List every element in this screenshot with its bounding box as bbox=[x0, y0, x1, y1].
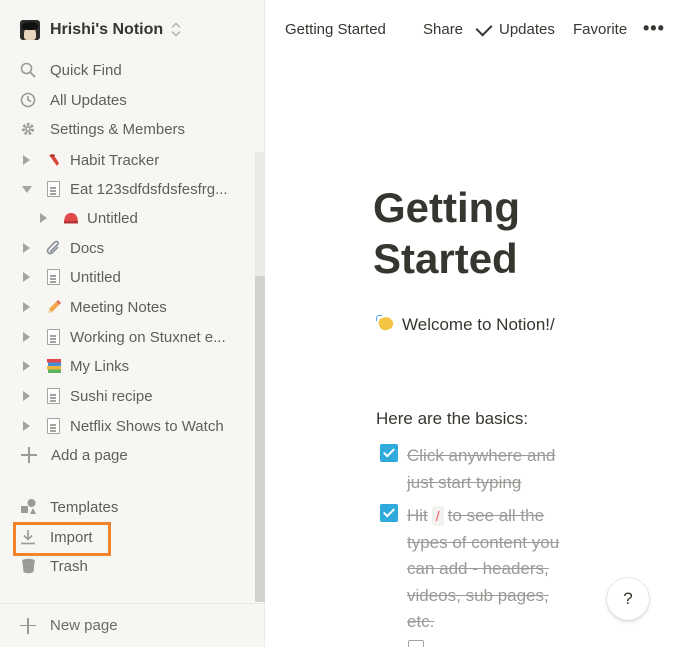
add-page-button[interactable]: Add a page bbox=[0, 440, 255, 470]
templates-button[interactable]: Templates bbox=[0, 492, 255, 522]
checkbox-checked[interactable] bbox=[380, 504, 398, 522]
page-label: Habit Tracker bbox=[70, 152, 160, 169]
page-item-untitled[interactable]: Untitled bbox=[0, 262, 255, 292]
trash-label: Trash bbox=[50, 557, 88, 575]
trash-icon bbox=[21, 558, 36, 574]
chevron-updown-icon bbox=[171, 23, 181, 37]
waving-hand-icon bbox=[376, 315, 396, 333]
page-label: Sushi recipe bbox=[70, 387, 153, 405]
all-updates-label: All Updates bbox=[50, 91, 127, 109]
expand-toggle-icon[interactable] bbox=[23, 361, 30, 371]
basics-heading[interactable]: Here are the basics: bbox=[376, 409, 528, 429]
welcome-text: Welcome to Notion!/ bbox=[402, 315, 555, 334]
workspace-switcher[interactable]: Hrishi's Notion bbox=[0, 0, 265, 60]
new-page-label: New page bbox=[50, 617, 118, 634]
sidebar-scrollbar-thumb[interactable] bbox=[255, 276, 265, 602]
workspace-name: Hrishi's Notion bbox=[50, 21, 164, 38]
all-updates-button[interactable]: All Updates bbox=[0, 85, 265, 115]
welcome-block[interactable]: Welcome to Notion!/ bbox=[376, 312, 576, 338]
page-item-eat[interactable]: Eat 123sdfdsfdsfesfrg... bbox=[0, 174, 255, 204]
clock-icon bbox=[20, 92, 36, 108]
todo-text-after: to see all the types of content you can … bbox=[407, 506, 560, 631]
todo-item-2[interactable]: Hit / to see all the types of content you … bbox=[380, 503, 577, 636]
quick-find-label: Quick Find bbox=[50, 61, 122, 79]
favorite-button[interactable]: Favorite bbox=[573, 21, 627, 38]
checkbox-checked[interactable] bbox=[380, 444, 398, 462]
settings-members-label: Settings & Members bbox=[50, 120, 186, 138]
red-helmet-icon bbox=[62, 209, 79, 227]
new-page-button[interactable]: New page bbox=[0, 603, 265, 647]
document-icon bbox=[45, 417, 62, 435]
page-item-working-on-stuxnet[interactable]: Working on Stuxnet e... bbox=[0, 322, 255, 352]
page-label: Untitled bbox=[87, 209, 138, 227]
page-title-line-1: Getting bbox=[373, 184, 520, 231]
check-icon bbox=[475, 19, 493, 36]
page-item-netflix-shows[interactable]: Netflix Shows to Watch bbox=[0, 411, 255, 441]
templates-icon bbox=[20, 498, 38, 516]
expand-toggle-icon[interactable] bbox=[23, 272, 30, 282]
page-label: Netflix Shows to Watch bbox=[70, 417, 224, 435]
workspace-avatar bbox=[20, 20, 40, 40]
expand-toggle-icon[interactable] bbox=[23, 155, 30, 165]
page-label: Untitled bbox=[70, 268, 121, 286]
document-icon bbox=[45, 328, 62, 346]
breadcrumb[interactable]: Getting Started bbox=[285, 21, 386, 38]
document-icon bbox=[45, 180, 62, 198]
expand-toggle-icon[interactable] bbox=[23, 332, 30, 342]
share-button[interactable]: Share bbox=[423, 21, 463, 38]
slash-key-code: / bbox=[431, 506, 444, 526]
page-item-my-links[interactable]: My Links bbox=[0, 351, 255, 381]
page-item-untitled-child[interactable]: Untitled bbox=[0, 203, 255, 233]
updates-button[interactable]: Updates bbox=[475, 19, 555, 38]
settings-members-button[interactable]: Settings & Members bbox=[0, 114, 265, 144]
plus-icon bbox=[20, 617, 36, 634]
page-item-meeting-notes[interactable]: Meeting Notes bbox=[0, 292, 255, 322]
page-title[interactable]: Getting Started bbox=[373, 182, 623, 284]
page-title-line-2: Started bbox=[373, 235, 518, 282]
more-options-icon[interactable]: ••• bbox=[643, 18, 665, 39]
page-item-sushi-recipe[interactable]: Sushi recipe bbox=[0, 381, 255, 411]
page-label: Meeting Notes bbox=[70, 298, 167, 316]
plus-icon bbox=[21, 447, 37, 463]
pencil-icon bbox=[45, 298, 62, 316]
expand-toggle-icon[interactable] bbox=[23, 243, 30, 253]
expand-toggle-icon[interactable] bbox=[23, 302, 30, 312]
updates-label: Updates bbox=[499, 21, 555, 38]
red-shoe-icon bbox=[45, 152, 62, 169]
partial-block-icon bbox=[408, 640, 424, 647]
todo-item-1[interactable]: Click anywhere and just start typing bbox=[380, 443, 577, 496]
todo-text: Hit / to see all the types of content you … bbox=[407, 503, 577, 636]
import-highlight-box bbox=[13, 522, 111, 556]
search-icon bbox=[20, 62, 36, 78]
gear-icon bbox=[20, 121, 36, 137]
help-button[interactable]: ? bbox=[607, 578, 649, 620]
todo-text-before: Hit bbox=[407, 506, 428, 525]
paperclip-icon bbox=[45, 239, 62, 257]
expand-toggle-icon[interactable] bbox=[23, 391, 30, 401]
topbar: Getting Started Share Updates Favorite •… bbox=[266, 0, 673, 60]
document-icon bbox=[45, 268, 62, 286]
quick-find-button[interactable]: Quick Find bbox=[0, 55, 265, 85]
templates-label: Templates bbox=[50, 498, 119, 516]
expand-toggle-icon[interactable] bbox=[40, 213, 47, 223]
page-label: My Links bbox=[70, 357, 130, 375]
page-label: Working on Stuxnet e... bbox=[70, 328, 226, 346]
page-item-docs[interactable]: Docs bbox=[0, 233, 255, 263]
collapse-toggle-icon[interactable] bbox=[22, 185, 32, 193]
page-item-habit-tracker[interactable]: Habit Tracker bbox=[0, 152, 255, 175]
add-page-label: Add a page bbox=[51, 446, 128, 464]
page-label: Eat 123sdfdsfdsfesfrg... bbox=[70, 180, 228, 198]
todo-text: Click anywhere and just start typing bbox=[407, 446, 556, 492]
page-label: Docs bbox=[70, 239, 105, 257]
document-icon bbox=[45, 387, 62, 405]
books-icon bbox=[45, 357, 62, 375]
expand-toggle-icon[interactable] bbox=[23, 421, 30, 431]
